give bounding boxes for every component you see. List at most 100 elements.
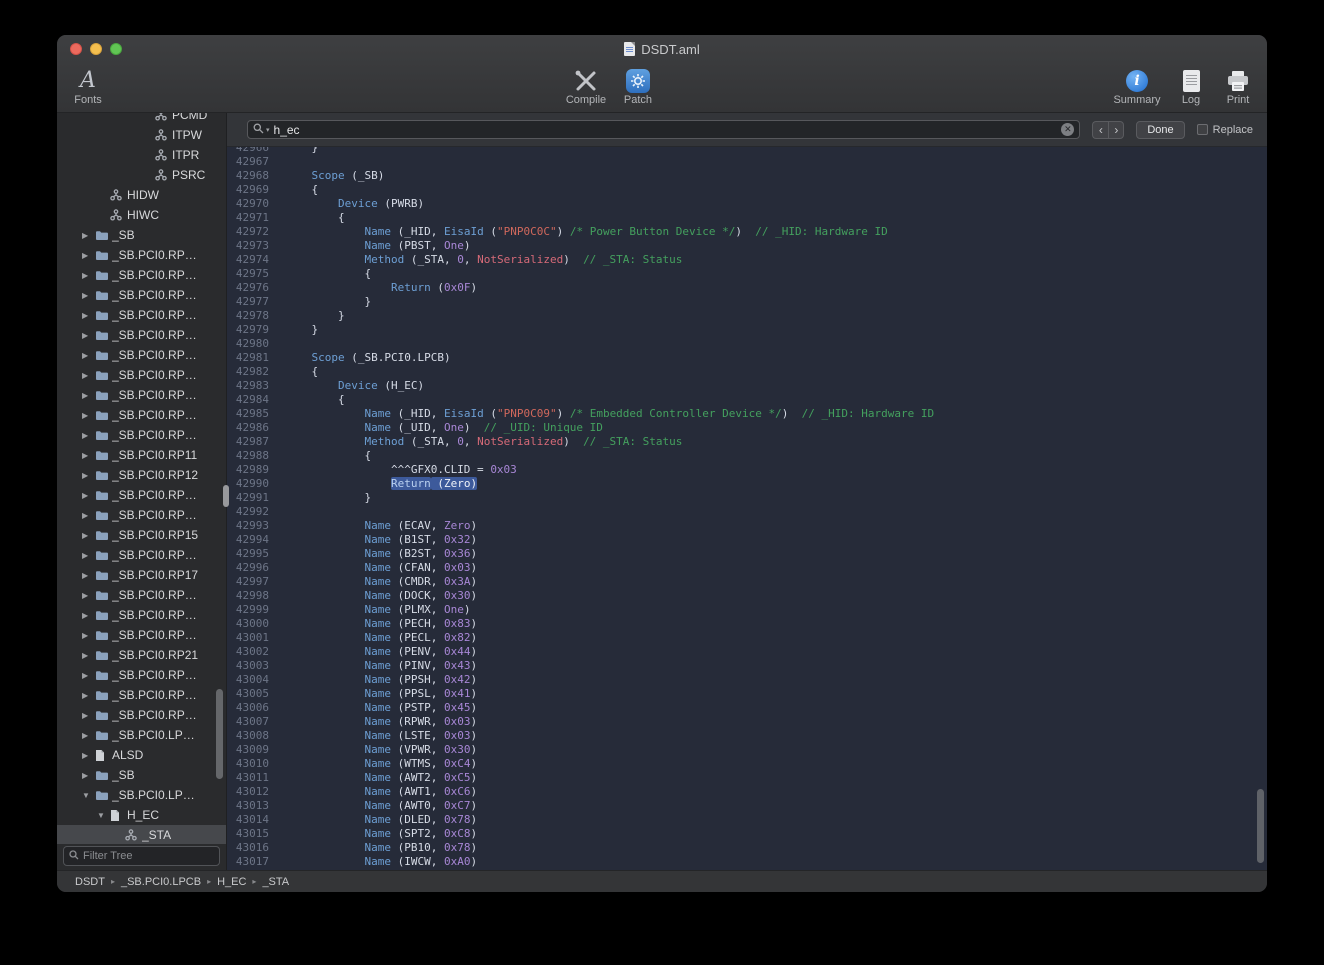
code-line[interactable]: 42991 }: [227, 491, 1267, 505]
code-line[interactable]: 43016 Name (PB10, 0x78): [227, 841, 1267, 855]
code-line-text[interactable]: Name (_UID, One) // _UID: Unique ID: [285, 421, 603, 435]
breadcrumb-item[interactable]: _STA: [262, 876, 289, 888]
patch-button[interactable]: Patch: [618, 67, 658, 107]
find-next-button[interactable]: ›: [1108, 121, 1124, 139]
disclosure-triangle-icon[interactable]: ▶: [82, 631, 95, 640]
sidebar-scrollbar[interactable]: [216, 689, 223, 779]
fonts-button[interactable]: A Fonts: [65, 67, 111, 107]
code-editor[interactable]: 42966 } 42967 42968 Scope (_SB) 42969 { …: [227, 147, 1267, 870]
code-line-text[interactable]: Return (0x0F): [285, 281, 477, 295]
code-line-text[interactable]: {: [285, 449, 371, 463]
tree-item[interactable]: ▶ _SB.PCI0.RP…: [57, 245, 226, 265]
disclosure-triangle-icon[interactable]: ▶: [82, 711, 95, 720]
tree-item[interactable]: ▶ _SB.PCI0.RP…: [57, 405, 226, 425]
tree-item[interactable]: ▶ _SB.PCI0.RP…: [57, 625, 226, 645]
code-line-text[interactable]: Name (CFAN, 0x03): [285, 561, 477, 575]
tree-item[interactable]: ▶ _SB.PCI0.RP…: [57, 285, 226, 305]
tree-item[interactable]: ▶ _SB.PCI0.RP…: [57, 705, 226, 725]
code-line[interactable]: 43017 Name (IWCW, 0xA0): [227, 855, 1267, 869]
disclosure-triangle-icon[interactable]: ▶: [82, 411, 95, 420]
close-window-button[interactable]: [70, 43, 82, 55]
disclosure-triangle-icon[interactable]: ▶: [82, 691, 95, 700]
tree-item[interactable]: ▶ _SB.PCI0.RP21: [57, 645, 226, 665]
code-line[interactable]: 42977 }: [227, 295, 1267, 309]
disclosure-triangle-icon[interactable]: ▶: [82, 531, 95, 540]
code-line[interactable]: 43015 Name (SPT2, 0xC8): [227, 827, 1267, 841]
tree-item[interactable]: ▼ H_EC: [57, 805, 226, 825]
code-line-text[interactable]: Name (PECL, 0x82): [285, 631, 477, 645]
disclosure-triangle-icon[interactable]: ▶: [82, 271, 95, 280]
disclosure-triangle-icon[interactable]: ▶: [82, 511, 95, 520]
print-button[interactable]: Print: [1219, 67, 1257, 107]
tree-item[interactable]: ▶ _SB.PCI0.RP…: [57, 325, 226, 345]
disclosure-triangle-icon[interactable]: ▶: [82, 371, 95, 380]
tree-item[interactable]: ▶ _SB.PCI0.RP…: [57, 425, 226, 445]
code-line-text[interactable]: Scope (_SB): [285, 169, 384, 183]
code-line-text[interactable]: Name (_HID, EisaId ("PNP0C0C") /* Power …: [285, 225, 888, 239]
tree-item[interactable]: ▶ ALSD: [57, 745, 226, 765]
compile-button[interactable]: Compile: [562, 67, 610, 107]
disclosure-triangle-icon[interactable]: ▶: [82, 431, 95, 440]
disclosure-triangle-icon[interactable]: ▶: [82, 611, 95, 620]
code-line[interactable]: 42968 Scope (_SB): [227, 169, 1267, 183]
code-line-text[interactable]: Name (PPSH, 0x42): [285, 673, 477, 687]
code-line[interactable]: 43003 Name (PINV, 0x43): [227, 659, 1267, 673]
tree-item[interactable]: ▶ _SB.PCI0.RP…: [57, 585, 226, 605]
code-line[interactable]: 42978 }: [227, 309, 1267, 323]
code-line-text[interactable]: {: [285, 365, 318, 379]
disclosure-triangle-icon[interactable]: ▶: [82, 291, 95, 300]
code-line[interactable]: 42992: [227, 505, 1267, 519]
code-line-text[interactable]: Scope (_SB.PCI0.LPCB): [285, 351, 451, 365]
code-line-text[interactable]: Name (AWT2, 0xC5): [285, 771, 477, 785]
code-line[interactable]: 42971 {: [227, 211, 1267, 225]
disclosure-triangle-icon[interactable]: ▶: [82, 751, 95, 760]
code-line[interactable]: 43009 Name (VPWR, 0x30): [227, 743, 1267, 757]
code-line-text[interactable]: Name (AWT1, 0xC6): [285, 785, 477, 799]
code-line[interactable]: 42990 Return (Zero): [227, 477, 1267, 491]
code-line-text[interactable]: {: [285, 267, 371, 281]
code-line-text[interactable]: Name (RPWR, 0x03): [285, 715, 477, 729]
tree-item[interactable]: ▶ _SB.PCI0.RP15: [57, 525, 226, 545]
code-line[interactable]: 42986 Name (_UID, One) // _UID: Unique I…: [227, 421, 1267, 435]
code-line[interactable]: 42995 Name (B2ST, 0x36): [227, 547, 1267, 561]
code-line-text[interactable]: Name (PSTP, 0x45): [285, 701, 477, 715]
code-line[interactable]: 43013 Name (AWT0, 0xC7): [227, 799, 1267, 813]
code-line[interactable]: 43001 Name (PECL, 0x82): [227, 631, 1267, 645]
disclosure-triangle-icon[interactable]: ▶: [82, 591, 95, 600]
code-line-text[interactable]: Name (IWCW, 0xA0): [285, 855, 477, 869]
code-line-text[interactable]: Name (AWT0, 0xC7): [285, 799, 477, 813]
done-button[interactable]: Done: [1136, 121, 1184, 139]
search-scope-chevron-icon[interactable]: ▾: [266, 126, 270, 134]
tree-item[interactable]: ▶ _SB.PCI0.RP17: [57, 565, 226, 585]
code-line-text[interactable]: Name (PENV, 0x44): [285, 645, 477, 659]
disclosure-triangle-icon[interactable]: ▼: [97, 811, 110, 820]
disclosure-triangle-icon[interactable]: ▶: [82, 231, 95, 240]
tree-item[interactable]: HIDW: [57, 185, 226, 205]
code-line-text[interactable]: }: [285, 491, 371, 505]
code-line[interactable]: 42972 Name (_HID, EisaId ("PNP0C0C") /* …: [227, 225, 1267, 239]
code-line[interactable]: 42999 Name (PLMX, One): [227, 603, 1267, 617]
code-line-text[interactable]: Name (PBST, One): [285, 239, 470, 253]
code-line[interactable]: 43011 Name (AWT2, 0xC5): [227, 771, 1267, 785]
code-line[interactable]: 42974 Method (_STA, 0, NotSerialized) //…: [227, 253, 1267, 267]
tree-item[interactable]: ▶ _SB.PCI0.RP11: [57, 445, 226, 465]
code-line[interactable]: 43014 Name (DLED, 0x78): [227, 813, 1267, 827]
code-line[interactable]: 42970 Device (PWRB): [227, 197, 1267, 211]
tree-item[interactable]: ▶ _SB.PCI0.RP…: [57, 505, 226, 525]
code-line-text[interactable]: Name (VPWR, 0x30): [285, 743, 477, 757]
summary-button[interactable]: i Summary: [1111, 67, 1163, 107]
code-line[interactable]: 43006 Name (PSTP, 0x45): [227, 701, 1267, 715]
code-line-text[interactable]: Name (PINV, 0x43): [285, 659, 477, 673]
code-line[interactable]: 43007 Name (RPWR, 0x03): [227, 715, 1267, 729]
tree-item[interactable]: ▶ _SB.PCI0.RP…: [57, 265, 226, 285]
disclosure-triangle-icon[interactable]: ▶: [82, 491, 95, 500]
code-line-text[interactable]: Name (B2ST, 0x36): [285, 547, 477, 561]
code-line[interactable]: 42980: [227, 337, 1267, 351]
code-line[interactable]: 42987 Method (_STA, 0, NotSerialized) //…: [227, 435, 1267, 449]
tree-item[interactable]: _STA: [57, 825, 226, 844]
disclosure-triangle-icon[interactable]: ▼: [82, 791, 95, 800]
find-previous-button[interactable]: ‹: [1092, 121, 1108, 139]
code-line[interactable]: 42979 }: [227, 323, 1267, 337]
tree-item[interactable]: ▶ _SB.PCI0.RP12: [57, 465, 226, 485]
code-line[interactable]: 42983 Device (H_EC): [227, 379, 1267, 393]
